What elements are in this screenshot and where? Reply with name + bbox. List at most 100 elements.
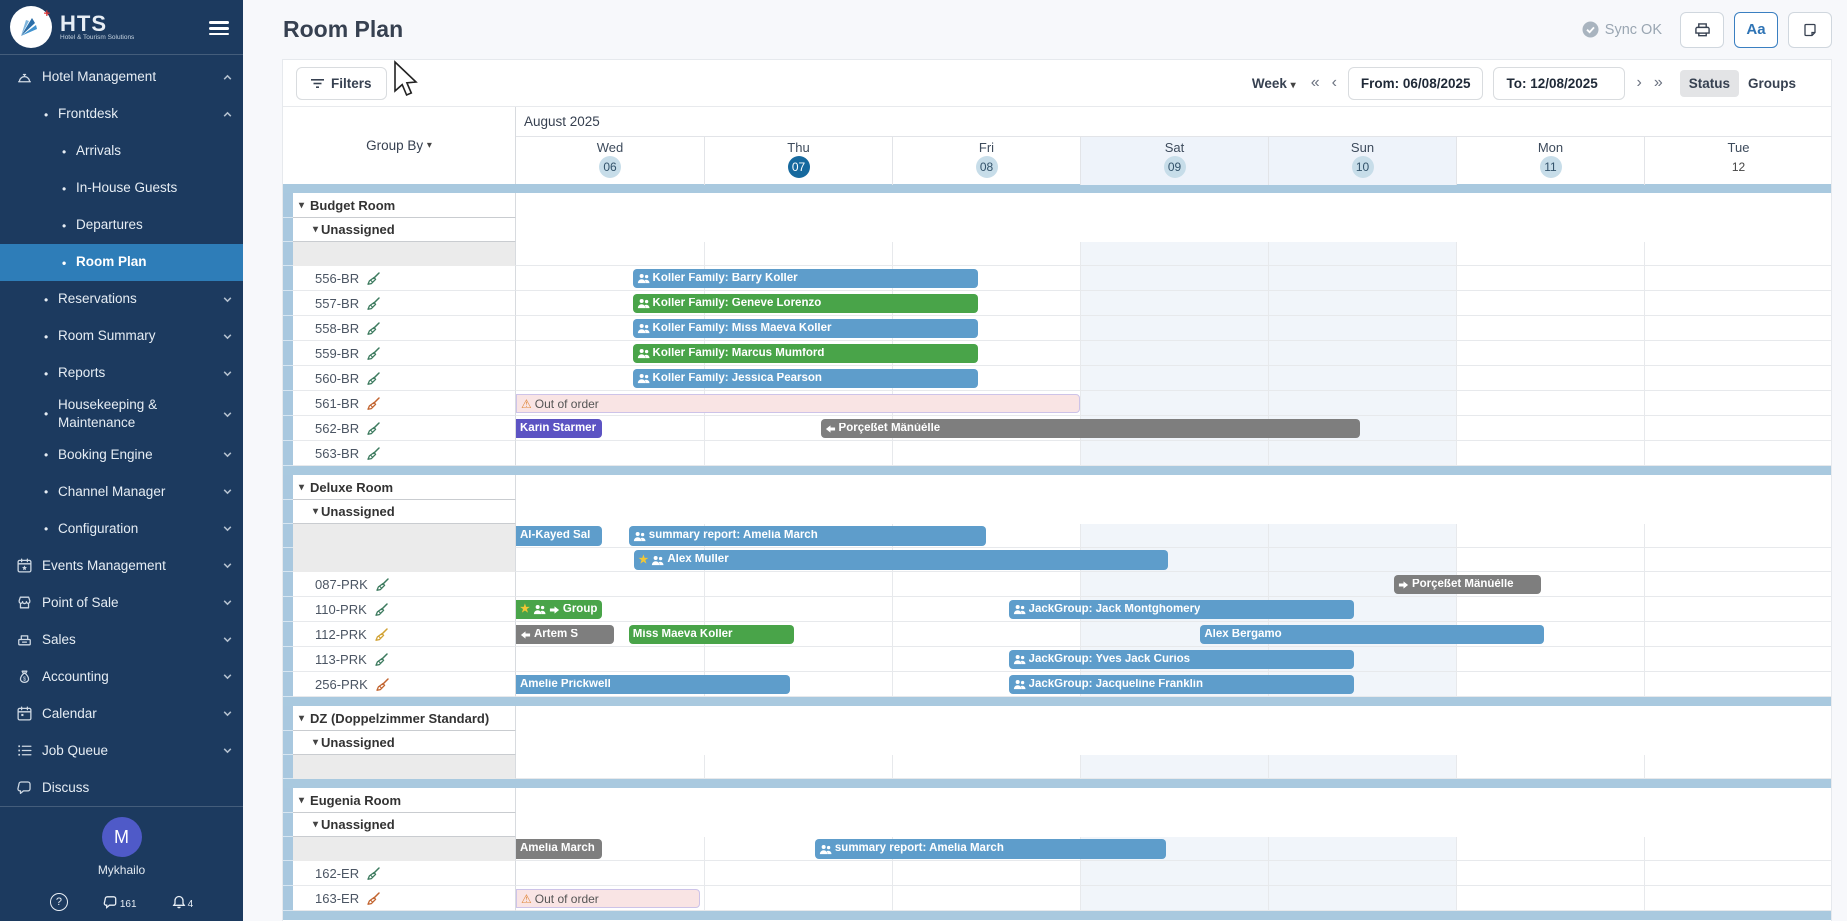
booking-bar[interactable]: Koller Family: Miss Maeva Koller [633,319,979,338]
booking-bar[interactable]: Koller Family: Barry Koller [633,269,979,288]
day-cell [1268,524,1456,548]
room-label-563-br[interactable]: 563-BR [293,441,516,466]
booking-bar[interactable]: Amelia March [516,839,602,859]
room-label-560-br[interactable]: 560-BR [293,366,516,391]
sidebar-nav: Hotel Management•Frontdesk•Arrivals•In-H… [0,55,243,806]
sidebar-item-arrivals[interactable]: •Arrivals [0,133,243,170]
sidebar-item-hotel-management[interactable]: Hotel Management [0,59,243,96]
out-of-order-bar[interactable]: ⚠Out of order [516,889,700,908]
room-label-556-br[interactable]: 556-BR [293,266,516,291]
room-label-559-br[interactable]: 559-BR [293,341,516,366]
room-id: 561-BR [315,396,359,411]
booking-bar[interactable]: Amelie Prickwell [516,675,790,694]
sidebar-item-channel-manager[interactable]: •Channel Manager [0,473,243,510]
sidebar-item-frontdesk[interactable]: •Frontdesk [0,96,243,133]
sidebar-item-room-summary[interactable]: •Room Summary [0,318,243,355]
room-label-557-br[interactable]: 557-BR [293,291,516,316]
sidebar-item-reports[interactable]: •Reports [0,355,243,392]
sidebar-item-room-plan[interactable]: •Room Plan [0,244,243,281]
filters-button[interactable]: Filters [296,67,387,100]
day-number-badge: 10 [1352,156,1374,178]
sidebar-item-events-management[interactable]: Events Management [0,547,243,584]
room-label-087-prk[interactable]: 087-PRK [293,572,516,597]
out-of-order-bar[interactable]: ⚠Out of order [516,394,1080,413]
section-header-label[interactable]: ▾Eugenia Room [293,788,516,813]
notes-button[interactable] [1788,12,1832,48]
subgroup-header-label[interactable]: ▾Unassigned [293,218,516,242]
day-cell [1456,291,1644,316]
booking-bar[interactable]: Koller Family: Jessica Pearson [633,369,979,388]
messages-button[interactable]: 161 [102,894,137,910]
booking-bar[interactable]: Koller Family: Geneve Lorenzo [633,294,979,313]
room-label-562-br[interactable]: 562-BR [293,416,516,441]
booking-bar[interactable]: JackGroup: Yves Jack Curios [1009,650,1355,669]
booking-bar[interactable]: Miss Maeva Koller [629,625,794,644]
room-label-113-prk[interactable]: 113-PRK [293,647,516,672]
sidebar-item-in-house-guests[interactable]: •In-House Guests [0,170,243,207]
groups-toggle-button[interactable]: Groups [1739,70,1805,97]
booking-bar[interactable]: JackGroup: Jack Montghomery [1009,600,1355,619]
subgroup-header-label[interactable]: ▾Unassigned [293,731,516,755]
sidebar-item-booking-engine[interactable]: •Booking Engine [0,436,243,473]
day-header-sat: Sat09 [1080,137,1268,185]
day-cell [704,755,892,779]
booking-bar[interactable]: Alex Bergamo [1200,625,1544,644]
day-cell [704,242,892,266]
row-day-area: ⚠Out of order [516,391,1832,416]
row-day-area: Koller Family: Jessica Pearson [516,366,1832,391]
avatar[interactable]: M [102,817,142,857]
print-button[interactable] [1680,12,1724,48]
booking-bar[interactable]: Koller Family: Marcus Mumford [633,344,979,363]
day-cell [1456,548,1644,572]
booking-bar[interactable]: Porçeßet Mänùèlle [821,419,1361,438]
next-fast-button[interactable]: » [1653,75,1664,91]
prev-button[interactable]: ‹ [1331,75,1338,91]
sidebar-item-calendar[interactable]: Calendar [0,695,243,732]
day-cell [1456,391,1644,416]
next-button[interactable]: › [1635,75,1642,91]
section-header-label[interactable]: ▾DZ (Doppelzimmer Standard) [293,706,516,731]
font-size-button[interactable]: Aa [1734,12,1778,48]
logo[interactable]: + HTS Hotel & Tourism Solutions [0,0,243,55]
menu-toggle-button[interactable] [207,16,231,38]
from-date-input[interactable]: From: 06/08/2025 [1348,67,1484,100]
row-day-area [516,193,1831,218]
group-by-dropdown[interactable]: Group By ▾ [283,107,516,184]
booking-bar[interactable]: ★Group [516,600,602,619]
housekeeping-icon [366,421,381,436]
sidebar-item-accounting[interactable]: $Accounting [0,658,243,695]
booking-bar[interactable]: Artem S [516,625,614,644]
sidebar-item-job-queue[interactable]: Job Queue [0,732,243,769]
to-date-input[interactable]: To: 12/08/2025 [1493,67,1625,100]
help-button[interactable]: ? [50,893,68,911]
room-label-558-br[interactable]: 558-BR [293,316,516,341]
sidebar-item-departures[interactable]: •Departures [0,207,243,244]
section-header-label[interactable]: ▾Deluxe Room [293,475,516,500]
subgroup-header-label[interactable]: ▾Unassigned [293,500,516,524]
booking-bar[interactable]: summary report: Amelia March [629,526,986,546]
sidebar-item-sales[interactable]: Sales [0,621,243,658]
prev-fast-button[interactable]: « [1310,75,1321,91]
range-dropdown[interactable]: Week ▾ [1252,76,1296,91]
room-label-110-prk[interactable]: 110-PRK [293,597,516,622]
sidebar-item-discuss[interactable]: Discuss [0,769,243,806]
booking-bar[interactable]: summary report: Amelia March [815,839,1167,859]
section-header-label[interactable]: ▾Budget Room [293,193,516,218]
sidebar-item-housekeeping-maintenance[interactable]: •Housekeeping & Maintenance [0,392,243,436]
booking-bar[interactable]: Porçeßet Mänùèlle [1394,575,1541,594]
notifications-button[interactable]: 4 [171,894,194,910]
status-toggle-button[interactable]: Status [1680,70,1739,97]
room-label-163-er[interactable]: 163-ER [293,886,516,911]
booking-bar[interactable]: Al-Kayed Sal [516,526,602,546]
sidebar-item-reservations[interactable]: •Reservations [0,281,243,318]
room-label-162-er[interactable]: 162-ER [293,861,516,886]
room-label-561-br[interactable]: 561-BR [293,391,516,416]
booking-bar[interactable]: Karin Starmer [516,419,602,438]
room-label-112-prk[interactable]: 112-PRK [293,622,516,647]
booking-bar[interactable]: JackGroup: Jacqueline Franklin [1009,675,1355,694]
booking-bar[interactable]: ★Alex Muller [634,550,1168,570]
subgroup-header-label[interactable]: ▾Unassigned [293,813,516,837]
room-label-256-prk[interactable]: 256-PRK [293,672,516,697]
sidebar-item-point-of-sale[interactable]: Point of Sale [0,584,243,621]
sidebar-item-configuration[interactable]: •Configuration [0,510,243,547]
